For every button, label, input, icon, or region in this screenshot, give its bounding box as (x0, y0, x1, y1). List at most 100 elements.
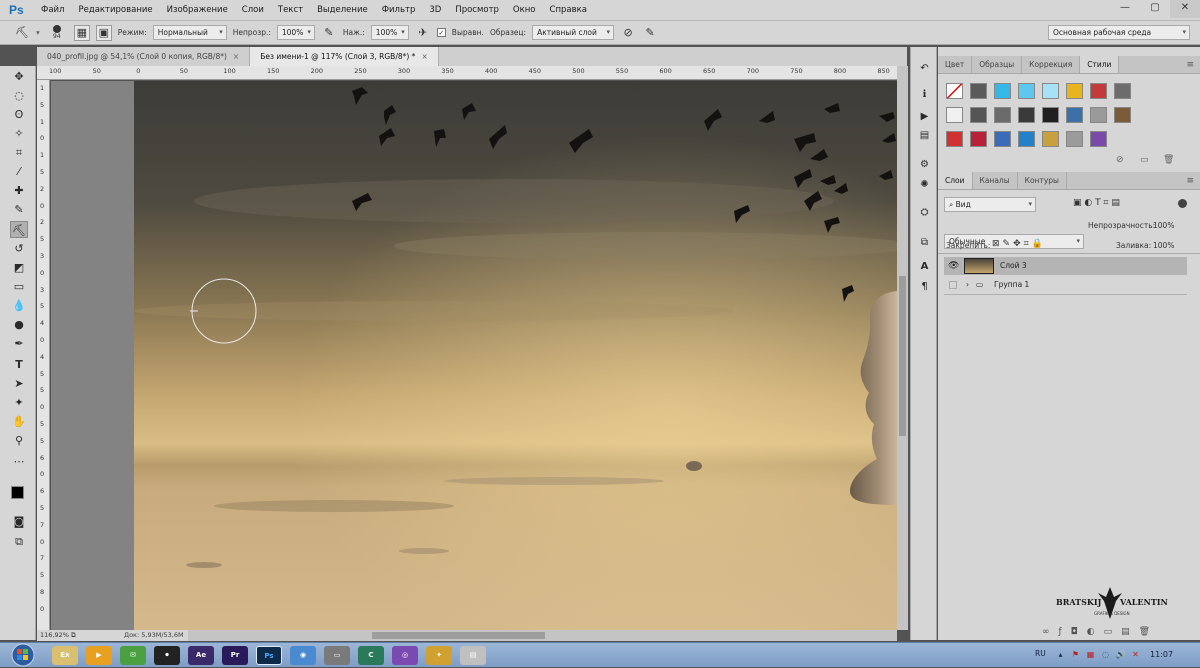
export-icon[interactable]: ⧉ (71, 631, 76, 639)
history-panel-icon[interactable]: ↶ (917, 61, 932, 76)
layer-opacity-value[interactable]: 100% (1153, 221, 1174, 230)
menu-filter[interactable]: Фильтр (375, 0, 423, 21)
menu-image[interactable]: Изображение (160, 0, 235, 21)
layer-filter-select[interactable]: ⌕ Вид (944, 197, 1036, 212)
brush-presets-icon[interactable]: ✺ (917, 177, 932, 192)
lock-icons[interactable]: ⊠✎✥⌗🔒 (992, 239, 1046, 249)
style-swatch[interactable] (994, 131, 1011, 147)
taskbar-app-button[interactable]: ▤ (460, 646, 486, 665)
lasso-tool-icon[interactable]: ʘ (10, 106, 28, 123)
clone-stamp-tool-icon[interactable]: ⛏ (14, 25, 30, 41)
sample-select[interactable]: Активный слой (532, 25, 615, 40)
vertical-scroll-thumb[interactable] (899, 276, 906, 436)
aligned-checkbox[interactable]: ✓ (436, 28, 446, 37)
start-button[interactable] (3, 643, 43, 668)
menu-view[interactable]: Просмотр (448, 0, 506, 21)
tray-app-icon[interactable]: ◌ (1100, 649, 1111, 660)
expand-chevron-icon[interactable]: › (966, 276, 969, 294)
filter-toggle-icon[interactable] (1178, 199, 1187, 208)
character-panel-icon[interactable]: A (917, 259, 932, 274)
tab-color[interactable]: Цвет (938, 56, 973, 73)
menu-layers[interactable]: Слои (235, 0, 271, 21)
style-swatch[interactable] (994, 107, 1011, 123)
tab-close-icon[interactable]: × (421, 52, 427, 61)
tool-presets-icon[interactable]: ⛭ (917, 205, 932, 220)
tab-profil[interactable]: 040_profil.jpg @ 54,1% (Слой 0 копия, RG… (37, 47, 251, 66)
style-swatch[interactable] (1042, 107, 1059, 123)
layer-row-group1[interactable]: › ▭ Группа 1 (944, 276, 1187, 294)
style-swatch[interactable] (946, 107, 963, 123)
document-canvas[interactable] (134, 81, 897, 630)
tray-volume-icon[interactable]: 🔊 (1115, 649, 1126, 660)
more-tools-icon[interactable]: ⋯ (10, 453, 28, 470)
taskbar-app-button[interactable]: Pr (222, 646, 248, 665)
path-select-tool-icon[interactable]: ➤ (10, 375, 28, 392)
hand-tool-icon[interactable]: ✋ (10, 413, 28, 430)
menu-type[interactable]: Текст (271, 0, 310, 21)
style-swatch[interactable] (1018, 83, 1035, 99)
tray-network-icon[interactable]: ▦ (1085, 649, 1096, 660)
style-swatch[interactable] (1114, 83, 1131, 99)
tab-channels[interactable]: Каналы (973, 172, 1018, 189)
maximize-button[interactable]: ▢ (1140, 0, 1170, 18)
minimize-button[interactable]: — (1110, 0, 1140, 18)
foreground-color-swatch[interactable] (11, 486, 24, 499)
taskbar-app-button[interactable]: ◉ (290, 646, 316, 665)
style-swatch[interactable] (1018, 131, 1035, 147)
tab-adjustments[interactable]: Коррекция (1022, 56, 1081, 73)
style-swatch[interactable] (970, 107, 987, 123)
tab-layers[interactable]: Слои (938, 172, 973, 189)
tab-close-icon[interactable]: × (233, 52, 239, 61)
screen-mode-icon[interactable]: ⧉ (10, 533, 28, 550)
tray-flag-icon[interactable]: ⚑ (1070, 649, 1081, 660)
dodge-tool-icon[interactable]: ● (10, 316, 28, 333)
taskbar-app-button[interactable]: ✉ (120, 646, 146, 665)
taskbar-app-button[interactable]: Ex (52, 646, 78, 665)
style-swatch[interactable] (1066, 107, 1083, 123)
zoom-tool-icon[interactable]: ⚲ (10, 432, 28, 449)
quick-select-tool-icon[interactable]: ✧ (10, 125, 28, 142)
style-swatch[interactable] (994, 83, 1011, 99)
airbrush-icon[interactable]: ✈ (415, 25, 431, 41)
shape-tool-icon[interactable]: ✦ (10, 394, 28, 411)
style-swatch[interactable] (970, 131, 987, 147)
eyedropper-tool-icon[interactable]: ⁄ (10, 163, 28, 180)
eraser-tool-icon[interactable]: ◩ (10, 259, 28, 276)
delete-style-icon[interactable]: 🗑 (1163, 155, 1174, 165)
menu-edit[interactable]: Редактирование (71, 0, 159, 21)
tab-swatches[interactable]: Образцы (972, 56, 1023, 73)
style-swatch[interactable] (946, 83, 963, 99)
menu-file[interactable]: Файл (34, 0, 71, 21)
pen-tool-icon[interactable]: ✒ (10, 335, 28, 352)
mode-select[interactable]: Нормальный (152, 25, 227, 40)
menu-help[interactable]: Справка (543, 0, 594, 21)
pressure-size-icon[interactable]: ✎ (642, 25, 658, 41)
quick-mask-icon[interactable]: ◙ (10, 513, 28, 530)
clone-source-icon[interactable]: ⧉ (917, 235, 932, 250)
style-swatch[interactable] (946, 131, 963, 147)
style-swatch[interactable] (1042, 83, 1059, 99)
marquee-tool-icon[interactable]: ◌ (10, 87, 28, 104)
document-info[interactable]: Док: 5,93M/53,6M (120, 630, 188, 641)
style-swatch[interactable] (1090, 107, 1107, 123)
properties-panel-icon[interactable]: ℹ (917, 87, 932, 102)
type-tool-icon[interactable]: T (10, 356, 28, 373)
menu-window[interactable]: Окно (506, 0, 543, 21)
layer-row-sloy3[interactable]: 👁 Слой 3 (944, 257, 1187, 275)
taskbar-app-button[interactable]: Ae (188, 646, 214, 665)
pressure-opacity-icon[interactable]: ✎ (321, 25, 337, 41)
panel-menu-icon[interactable]: ≡ (1186, 172, 1194, 190)
menu-select[interactable]: Выделение (310, 0, 375, 21)
opacity-select[interactable]: 100% (276, 25, 315, 40)
tab-styles[interactable]: Стили (1080, 56, 1120, 73)
tab-paths[interactable]: Контуры (1018, 172, 1067, 189)
panel-menu-icon[interactable]: ≡ (1186, 56, 1194, 74)
paragraph-panel-icon[interactable]: ¶ (917, 279, 932, 294)
style-swatch[interactable] (1018, 107, 1035, 123)
eye-icon[interactable]: 👁 (948, 257, 959, 275)
style-swatch[interactable] (1066, 83, 1083, 99)
horizontal-scroll-thumb[interactable] (372, 632, 545, 639)
language-indicator[interactable]: RU (1035, 649, 1046, 658)
clock[interactable]: 11:07 (1150, 650, 1173, 659)
brush-panel-toggle-icon[interactable]: ▦ (73, 24, 90, 41)
